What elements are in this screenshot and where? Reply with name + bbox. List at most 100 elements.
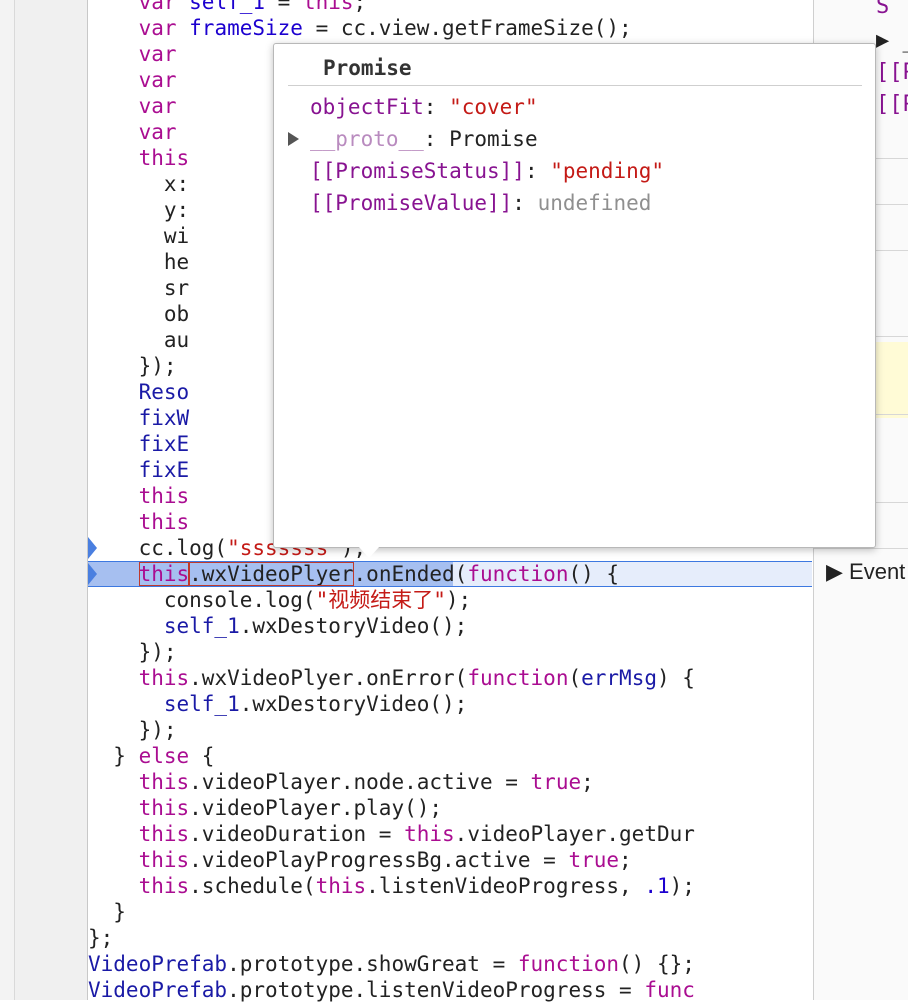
code-line[interactable]: }9017: [88, 899, 812, 925]
code-text: };: [88, 925, 113, 951]
code-token: var: [88, 42, 177, 66]
code-token: y:: [88, 198, 190, 222]
property-key: __proto__: [310, 127, 424, 151]
code-line[interactable]: this.videoPlayer.play();9013: [88, 795, 812, 821]
code-line[interactable]: self_1.wxDestoryVideo();9009: [88, 691, 812, 717]
code-line[interactable]: self_1.wxDestoryVideo();9006: [88, 613, 812, 639]
code-token: self_1: [88, 692, 240, 716]
code-text: this.schedule(this.listenVideoProgress, …: [88, 873, 695, 899]
code-token: sr: [88, 276, 190, 300]
popover-property-row[interactable]: __proto__: Promise: [310, 124, 538, 154]
code-text: var: [88, 67, 177, 93]
code-token: this: [88, 848, 190, 872]
code-text: he: [88, 249, 189, 275]
code-line[interactable]: });9007: [88, 639, 812, 665]
code-token: this: [88, 510, 190, 534]
code-token: var: [88, 68, 177, 92]
code-line[interactable]: var self_1 = this;8982: [88, 0, 812, 15]
code-token: () {};: [619, 952, 695, 976]
code-token: .videoPlayer.play();: [189, 796, 443, 820]
property-separator: :: [524, 159, 551, 183]
code-text: x:: [88, 171, 189, 197]
code-line[interactable]: } else {9011: [88, 743, 812, 769]
code-token: var: [88, 120, 177, 144]
code-token: var: [88, 0, 190, 14]
line-number-column: [15, 0, 88, 1000]
code-line[interactable]: this.wxVideoPlyer.onError(function(errMs…: [88, 665, 812, 691]
code-line[interactable]: });9010: [88, 717, 812, 743]
sidebar-divider: [814, 548, 908, 549]
sidebar-row[interactable]: ▶ Event: [814, 552, 908, 592]
code-text: this.wxVideoPlyer.onEnded(function() {: [88, 561, 619, 587]
code-token: self_1: [189, 0, 266, 14]
code-token: .wxDestoryVideo();: [239, 692, 468, 716]
code-line[interactable]: this.schedule(this.listenVideoProgress, …: [88, 873, 812, 899]
property-value: undefined: [537, 191, 652, 215]
code-line[interactable]: };9018: [88, 925, 812, 951]
code-text: VideoPrefab.prototype.listenVideoProgres…: [88, 977, 695, 1003]
code-token: true: [530, 770, 582, 794]
code-token: .prototype.listenVideoProgress =: [227, 978, 645, 1002]
code-text: this.wxVideoPlyer.onError(function(errMs…: [88, 665, 695, 691]
code-text: self_1.wxDestoryVideo();: [88, 613, 467, 639]
code-text: this: [88, 509, 190, 535]
code-token: ) {: [656, 666, 695, 690]
code-token: function: [467, 562, 569, 586]
code-token: au: [88, 328, 190, 352]
code-token: self_1: [88, 614, 240, 638]
code-text: y:: [88, 197, 189, 223]
object-preview-popover: Promise objectFit: "cover" __proto__: Pro…: [273, 43, 876, 558]
code-text: fixE: [88, 457, 190, 483]
code-token: this: [88, 796, 190, 820]
code-line[interactable]: VideoPrefab.prototype.listenVideoProgres…: [88, 977, 812, 1003]
popover-divider: [288, 85, 862, 86]
code-text: });: [88, 717, 177, 743]
code-token: (: [568, 666, 582, 690]
code-line[interactable]: VideoPrefab.prototype.showGreat = functi…: [88, 951, 812, 977]
code-token: .schedule(: [189, 874, 316, 898]
code-token: cc.log(: [88, 536, 228, 560]
code-token: func: [644, 978, 695, 1002]
code-token: errMsg: [581, 666, 657, 690]
code-line[interactable]: this.videoPlayer.node.active = true;9012: [88, 769, 812, 795]
code-line[interactable]: var frameSize = cc.view.getFrameSize();8…: [88, 15, 812, 41]
code-token: function: [517, 952, 620, 976]
code-line[interactable]: console.log("视频结束了");9005: [88, 587, 812, 613]
property-separator: :: [512, 191, 538, 215]
code-token: .videoPlayer.getDur: [454, 822, 695, 846]
code-token: ;: [619, 848, 632, 872]
code-text: fixE: [88, 431, 190, 457]
code-token: ;: [353, 0, 367, 14]
code-text: this: [88, 145, 190, 171]
code-token: () {: [568, 562, 620, 586]
code-text: fixW: [88, 405, 190, 431]
popover-property-row: [[PromiseValue]]: undefined: [310, 188, 651, 218]
code-token: }: [88, 900, 126, 924]
hovered-expression[interactable]: .wxVideoPlyer: [189, 562, 354, 586]
property-separator: :: [423, 127, 450, 151]
code-text: ob: [88, 301, 189, 327]
code-text: this.videoPlayProgressBg.active = true;: [88, 847, 632, 873]
code-text: var self_1 = this;: [88, 0, 367, 15]
code-token: this: [88, 770, 190, 794]
code-text: Reso: [88, 379, 190, 405]
code-token: ;: [581, 770, 594, 794]
code-token: Reso: [88, 380, 190, 404]
code-token: this: [88, 874, 190, 898]
property-separator: :: [423, 95, 450, 119]
code-text: var: [88, 119, 177, 145]
expand-triangle-icon[interactable]: [288, 132, 299, 146]
code-token: VideoPrefab: [88, 978, 228, 1002]
code-token: else: [138, 744, 190, 768]
popover-pointer: [358, 546, 380, 558]
code-line[interactable]: this.wxVideoPlyer.onEnded(function() {90…: [88, 561, 812, 587]
property-key: objectFit: [310, 95, 424, 119]
code-text: this.videoDuration = this.videoPlayer.ge…: [88, 821, 695, 847]
code-line[interactable]: this.videoPlayProgressBg.active = true;9…: [88, 847, 812, 873]
code-line[interactable]: this.videoDuration = this.videoPlayer.ge…: [88, 821, 812, 847]
code-token: wi: [88, 224, 190, 248]
code-text: console.log("视频结束了");: [88, 587, 471, 613]
code-text: }: [88, 899, 126, 925]
code-token: ob: [88, 302, 190, 326]
code-token: console.log(: [88, 588, 316, 612]
